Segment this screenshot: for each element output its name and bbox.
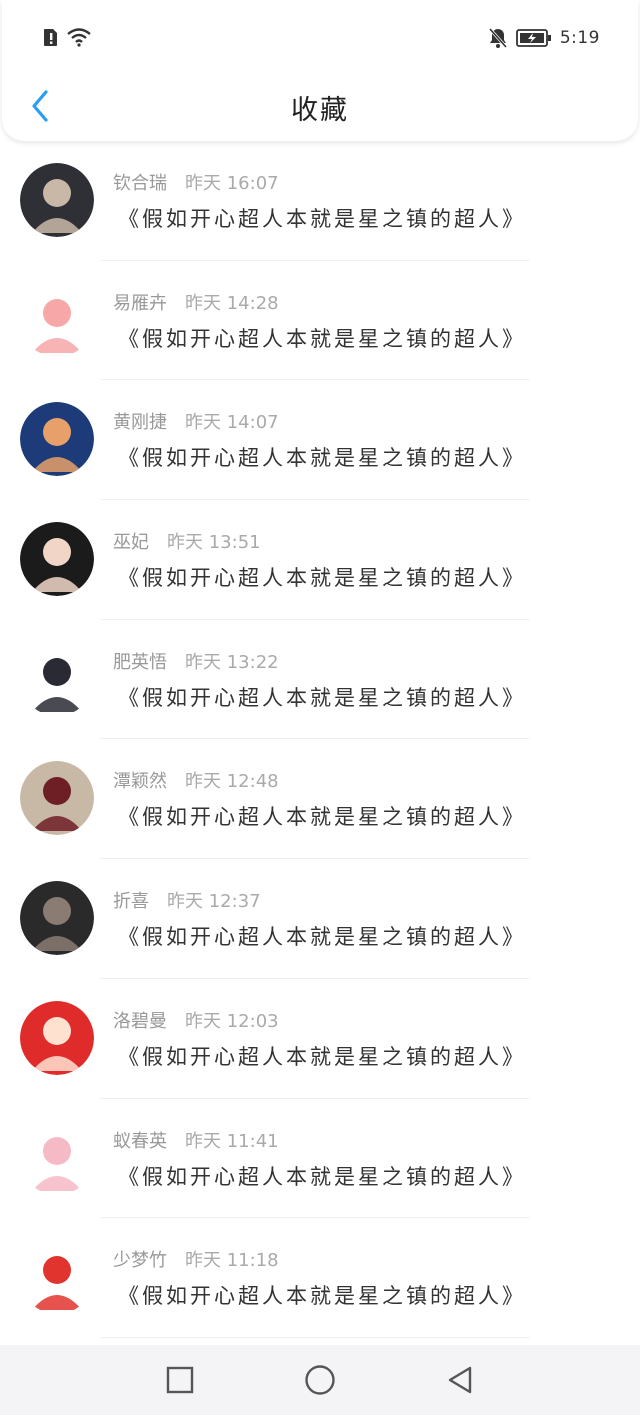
favorite-item[interactable]: 巫妃 昨天 13:51 《假如开心超人本就是星之镇的超人》 — [0, 500, 640, 620]
favorite-title[interactable]: 《假如开心超人本就是星之镇的超人》 — [118, 921, 526, 951]
favorite-item[interactable]: 折喜 昨天 12:37 《假如开心超人本就是星之镇的超人》 — [0, 859, 640, 979]
user-name[interactable]: 洛碧曼 — [113, 1007, 167, 1033]
favorite-title[interactable]: 《假如开心超人本就是星之镇的超人》 — [118, 1161, 526, 1191]
item-meta: 易雁卉 昨天 14:28 — [113, 289, 279, 315]
battery-charging-icon — [515, 29, 551, 47]
favorite-title[interactable]: 《假如开心超人本就是星之镇的超人》 — [118, 1280, 526, 1310]
circle-home-icon — [305, 1365, 335, 1395]
item-time: 昨天 11:18 — [185, 1250, 279, 1272]
favorite-item[interactable]: 肥英悟 昨天 13:22 《假如开心超人本就是星之镇的超人》 — [0, 620, 640, 740]
avatar[interactable] — [20, 761, 94, 836]
top-header: 5:19 收藏 — [2, 0, 638, 141]
avatar[interactable] — [20, 1240, 94, 1315]
favorite-item[interactable]: 黄刚捷 昨天 14:07 《假如开心超人本就是星之镇的超人》 — [0, 380, 640, 501]
favorite-title[interactable]: 《假如开心超人本就是星之镇的超人》 — [118, 801, 526, 831]
user-name[interactable]: 蚁春英 — [113, 1127, 167, 1153]
system-back-button[interactable] — [444, 1364, 476, 1396]
bell-muted-icon — [488, 28, 507, 48]
item-meta: 少梦竹 昨天 11:18 — [113, 1246, 279, 1272]
favorite-item[interactable]: 易雁卉 昨天 14:28 《假如开心超人本就是星之镇的超人》 — [0, 261, 640, 381]
item-time: 昨天 12:03 — [185, 1010, 279, 1032]
square-nav-icon — [166, 1366, 194, 1394]
user-name[interactable]: 潭颖然 — [113, 767, 167, 793]
item-time: 昨天 16:07 — [185, 173, 279, 194]
favorite-title[interactable]: 《假如开心超人本就是星之镇的超人》 — [118, 323, 526, 353]
favorite-title[interactable]: 《假如开心超人本就是星之镇的超人》 — [118, 442, 526, 472]
system-nav-bar — [0, 1345, 640, 1415]
user-name[interactable]: 易雁卉 — [113, 289, 167, 315]
item-meta: 肥英悟 昨天 13:22 — [113, 648, 279, 674]
sim-alert-icon — [44, 29, 57, 46]
user-name[interactable]: 巫妃 — [113, 528, 149, 554]
nav-bar: 收藏 — [2, 70, 638, 140]
user-name[interactable]: 折喜 — [113, 887, 149, 913]
favorite-item[interactable]: 少梦竹 昨天 11:18 《假如开心超人本就是星之镇的超人》 — [0, 1218, 640, 1338]
user-name[interactable]: 肥英悟 — [113, 648, 167, 674]
item-meta: 黄刚捷 昨天 14:07 — [113, 408, 279, 434]
item-time: 昨天 12:48 — [185, 771, 279, 793]
item-meta: 折喜 昨天 12:37 — [113, 887, 261, 913]
wifi-icon — [67, 28, 91, 47]
divider — [100, 1336, 530, 1338]
favorite-item[interactable]: 潭颖然 昨天 12:48 《假如开心超人本就是星之镇的超人》 — [0, 739, 640, 860]
favorite-item[interactable]: 洛碧曼 昨天 12:03 《假如开心超人本就是星之镇的超人》 — [0, 979, 640, 1099]
avatar[interactable] — [20, 402, 94, 477]
item-meta: 蚁春英 昨天 11:41 — [113, 1127, 279, 1153]
item-time: 昨天 13:51 — [167, 532, 261, 554]
home-button[interactable] — [304, 1364, 336, 1396]
status-bar: 5:19 — [2, 0, 638, 70]
item-meta: 潭颖然 昨天 12:48 — [113, 767, 279, 793]
favorite-title[interactable]: 《假如开心超人本就是星之镇的超人》 — [118, 203, 526, 233]
favorite-title[interactable]: 《假如开心超人本就是星之镇的超人》 — [118, 562, 526, 592]
avatar[interactable] — [20, 881, 94, 956]
status-right: 5:19 — [488, 27, 600, 49]
avatar[interactable] — [20, 1000, 94, 1075]
user-name[interactable]: 钦合瑞 — [113, 169, 167, 195]
avatar[interactable] — [20, 282, 94, 357]
user-name[interactable]: 黄刚捷 — [113, 408, 167, 434]
avatar[interactable] — [20, 1120, 94, 1195]
item-time: 昨天 11:41 — [185, 1130, 279, 1152]
favorites-list: 钦合瑞 昨天 16:07 《假如开心超人本就是星之镇的超人》 易雁卉 昨天 14… — [0, 141, 640, 1338]
status-left — [42, 27, 92, 47]
item-time: 昨天 14:28 — [185, 292, 279, 314]
avatar[interactable] — [20, 163, 94, 237]
item-meta: 洛碧曼 昨天 12:03 — [113, 1007, 279, 1033]
status-time: 5:19 — [559, 28, 600, 48]
avatar[interactable] — [20, 522, 94, 597]
favorite-item[interactable]: 蚁春英 昨天 11:41 《假如开心超人本就是星之镇的超人》 — [0, 1099, 640, 1219]
favorite-title[interactable]: 《假如开心超人本就是星之镇的超人》 — [118, 1041, 526, 1071]
page-title: 收藏 — [291, 95, 349, 126]
recent-apps-button[interactable] — [164, 1364, 196, 1396]
item-meta: 钦合瑞 昨天 16:07 — [113, 169, 279, 195]
avatar[interactable] — [20, 641, 94, 716]
item-time: 昨天 13:22 — [185, 651, 279, 673]
favorite-item[interactable]: 钦合瑞 昨天 16:07 《假如开心超人本就是星之镇的超人》 — [0, 141, 640, 261]
item-meta: 巫妃 昨天 13:51 — [113, 528, 261, 554]
item-time: 昨天 12:37 — [167, 891, 261, 913]
triangle-back-icon — [448, 1366, 472, 1394]
item-time: 昨天 14:07 — [185, 412, 279, 434]
favorite-title[interactable]: 《假如开心超人本就是星之镇的超人》 — [118, 682, 526, 712]
user-name[interactable]: 少梦竹 — [113, 1246, 167, 1272]
